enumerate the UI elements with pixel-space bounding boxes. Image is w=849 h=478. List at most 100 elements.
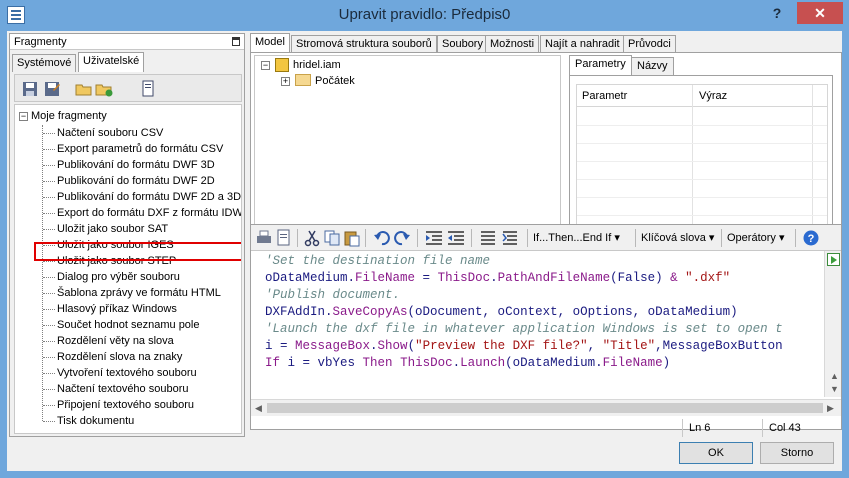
tab-wizards[interactable]: Průvodci	[623, 35, 676, 53]
toolbar-separator	[527, 229, 528, 247]
print-preview-icon[interactable]	[275, 229, 293, 247]
code-token: 'Publish document.	[265, 288, 401, 302]
fragment-item[interactable]: Publikování do formátu DWF 2D a 3D	[43, 189, 241, 205]
help-button[interactable]: ?	[760, 2, 794, 24]
model-root-label[interactable]: hridel.iam	[293, 57, 341, 73]
tree-root-label[interactable]: Moje fragmenty	[31, 108, 107, 124]
tree-connector	[43, 373, 55, 374]
scroll-right-icon[interactable]: ▶	[827, 403, 834, 414]
tab-options[interactable]: Možnosti	[485, 35, 540, 53]
fragment-item[interactable]: Export parametrů do formátu CSV	[43, 141, 223, 157]
fragment-item[interactable]: Publikování do formátu DWF 2D	[43, 173, 215, 189]
scrollbar-thumb[interactable]	[267, 403, 823, 413]
fragment-item[interactable]: Součet hodnot seznamu pole	[43, 317, 200, 333]
ok-button[interactable]: OK	[679, 442, 753, 464]
help-icon[interactable]: ?	[802, 229, 820, 247]
code-line[interactable]: 'Set the destination file name	[265, 253, 823, 270]
chevron-down-icon: ▾	[778, 232, 785, 244]
collapse-icon[interactable]: −	[19, 112, 28, 121]
fragment-item[interactable]: Hlasový příkaz Windows	[43, 301, 177, 317]
code-token: "Title"	[602, 339, 656, 353]
tab-find-replace[interactable]: Najít a nahradit	[540, 35, 625, 53]
column-parameter[interactable]: Parametr	[582, 90, 627, 102]
toolbar-separator	[795, 229, 796, 247]
collapse-icon[interactable]: −	[261, 61, 270, 70]
column-expression[interactable]: Výraz	[699, 90, 727, 102]
operators-dropdown[interactable]: Operátory ▾	[727, 231, 785, 244]
keywords-dropdown[interactable]: Klíčová slova ▾	[641, 231, 714, 244]
tab-parameters[interactable]: Parametry	[569, 55, 632, 75]
fragment-item[interactable]: Načtení souboru CSV	[43, 125, 164, 141]
fragment-item[interactable]: Dialog pro výběr souboru	[43, 269, 180, 285]
tree-connector	[43, 293, 55, 294]
open-folder-icon[interactable]	[75, 80, 93, 98]
close-button[interactable]: ✕	[797, 2, 843, 24]
indent-icon[interactable]	[425, 229, 443, 247]
comment-icon[interactable]	[479, 229, 497, 247]
cancel-button[interactable]: Storno	[760, 442, 834, 464]
scroll-down-icon[interactable]: ▼	[830, 384, 839, 394]
fragment-item[interactable]: Uložit jako soubor SAT	[43, 221, 169, 237]
fragment-item[interactable]: Rozdělení věty na slova	[43, 333, 174, 349]
vertical-scrollbar[interactable]: ▲ ▼	[824, 251, 841, 397]
fragment-label: Načtení souboru CSV	[57, 127, 164, 139]
copy-icon[interactable]	[323, 229, 341, 247]
fragment-item[interactable]: Rozdělení slova na znaky	[43, 349, 182, 365]
highlight-box	[34, 242, 241, 261]
scroll-left-icon[interactable]: ◀	[255, 403, 262, 414]
document-icon[interactable]	[139, 80, 157, 98]
cut-icon[interactable]	[303, 229, 321, 247]
scroll-up-icon[interactable]: ▲	[830, 371, 839, 381]
code-token: )	[662, 356, 671, 370]
fragment-item[interactable]: Export do formátu DXF z formátu IDW	[43, 205, 241, 221]
tab-files[interactable]: Soubory	[437, 35, 488, 53]
add-folder-icon[interactable]	[95, 80, 113, 98]
code-token: ThisDoc	[400, 356, 453, 370]
tab-systemove[interactable]: Systémové	[12, 54, 77, 72]
paste-icon[interactable]	[343, 229, 361, 247]
tree-connector	[43, 277, 55, 278]
code-text[interactable]: 'Set the destination file name oDataMediu…	[265, 253, 823, 401]
fragment-item[interactable]: Načtení textového souboru	[43, 381, 188, 397]
redo-icon[interactable]	[393, 229, 411, 247]
code-line[interactable]: i = MessageBox.Show("Preview the DXF fil…	[265, 338, 823, 355]
model-child-label[interactable]: Počátek	[315, 73, 355, 89]
tree-connector	[43, 309, 55, 310]
title-bar[interactable]: Upravit pravidlo: Předpis0 ? ✕	[0, 0, 849, 31]
code-token: i = vbYes	[280, 356, 363, 370]
expand-icon[interactable]: +	[281, 77, 290, 86]
code-line[interactable]: 'Publish document.	[265, 287, 823, 304]
fragment-item[interactable]: Vytvoření textového souboru	[43, 365, 197, 381]
fragment-label: Dialog pro výběr souboru	[57, 271, 180, 283]
fragment-item[interactable]: Připojení textového souboru	[43, 397, 194, 413]
fragments-header: Fragmenty	[10, 34, 244, 50]
fragment-item[interactable]: Tisk dokumentu	[43, 413, 134, 429]
outdent-icon[interactable]	[447, 229, 465, 247]
save-icon[interactable]	[21, 80, 39, 98]
horizontal-scrollbar[interactable]: ◀ ▶	[251, 399, 841, 416]
tab-model[interactable]: Model	[250, 33, 290, 53]
code-line[interactable]: 'Launch the dxf file in whatever applica…	[265, 321, 823, 338]
uncomment-icon[interactable]	[501, 229, 519, 247]
tab-names[interactable]: Názvy	[631, 57, 674, 75]
code-line[interactable]: If i = vbYes Then ThisDoc.Launch(oDataMe…	[265, 355, 823, 372]
save-as-icon[interactable]	[43, 80, 61, 98]
tree-connector	[43, 149, 55, 150]
if-then-dropdown[interactable]: If...Then...End If ▾	[533, 231, 620, 244]
pin-icon[interactable]	[232, 37, 240, 46]
code-line[interactable]: DXFAddIn.SaveCopyAs(oDocument, oContext,…	[265, 304, 823, 321]
fragment-item[interactable]: Publikování do formátu DWF 3D	[43, 157, 215, 173]
parameters-table: Parametr Výraz	[569, 75, 833, 235]
code-token: (	[407, 339, 416, 353]
tree-connector	[43, 357, 55, 358]
tab-file-tree[interactable]: Stromová struktura souborů	[291, 35, 437, 53]
print-icon[interactable]	[255, 229, 273, 247]
run-icon[interactable]	[827, 253, 840, 266]
undo-icon[interactable]	[373, 229, 391, 247]
fragment-item[interactable]: Šablona zprávy ve formátu HTML	[43, 285, 221, 301]
code-line[interactable]: oDataMedium.FileName = ThisDoc.PathAndFi…	[265, 270, 823, 287]
fragment-label: Uložit jako soubor SAT	[57, 223, 169, 235]
tab-uzivatelske[interactable]: Uživatelské	[78, 52, 145, 72]
code-token: (False)	[610, 271, 671, 285]
